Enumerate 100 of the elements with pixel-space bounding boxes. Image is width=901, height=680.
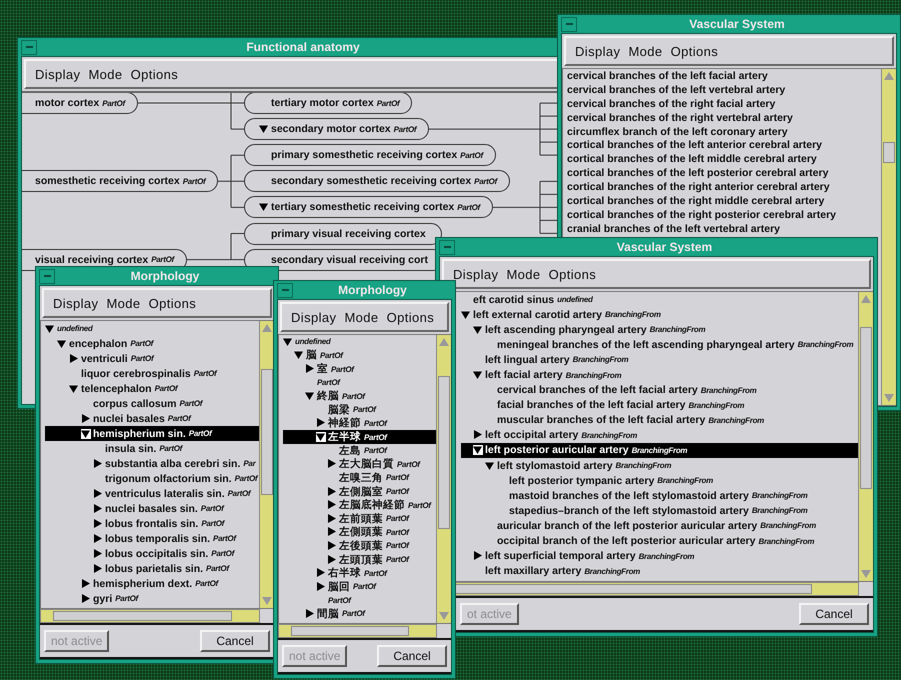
tree-item[interactable]: left occipital artery BranchingFrom [461,428,858,443]
tree-item[interactable]: mastoid branches of the left stylomastoid artery BranchingFrom [461,488,858,504]
collapse-triangle-icon[interactable] [294,350,304,360]
collapse-triangle-icon[interactable] [485,460,495,471]
menu-item[interactable]: Options [670,44,720,58]
diagram-node[interactable]: tertiary somesthetic receiving cortex PartOf [244,196,493,218]
tree-item[interactable]: nuclei basales PartOf [45,411,259,426]
tree-item[interactable]: 間脳 PartOf [283,607,436,621]
list-item[interactable]: cortical branches of the right anterior cerebral artery [567,180,881,194]
expand-triangle-icon[interactable] [305,364,315,374]
collapse-triangle-icon[interactable] [259,124,269,134]
list-item[interactable]: cervical branches of the right vertebral artery [567,110,881,125]
tree-item[interactable]: 左島 PartOf [283,444,436,458]
horizontal-scrollbar[interactable] [278,624,437,638]
menu-item[interactable]: Display [290,310,338,324]
vertical-scrollbar[interactable] [436,335,451,623]
expand-triangle-icon[interactable] [327,486,337,496]
vertical-scrollbar[interactable] [858,292,873,581]
tree-item[interactable]: 左半球 PartOf [283,430,436,444]
tree-item[interactable]: muscular branches of the left facial artery BranchingFrom [461,412,858,428]
tree-item[interactable]: hemispherium dext. PartOf [45,576,259,591]
tree-item[interactable]: 脳 PartOf [283,348,436,362]
push-button[interactable]: Cancel [200,630,270,652]
tree-item[interactable]: 左脳底神経節 PartOf [283,498,436,512]
tree-item[interactable]: liquor cerebrospinalis PartOf [45,366,259,381]
tree-item[interactable]: 左前頭葉 PartOf [283,512,436,526]
collapse-triangle-icon[interactable] [69,384,79,394]
expand-triangle-icon[interactable] [327,540,337,551]
window-menu-button[interactable] [277,282,293,298]
tree-item[interactable]: PartOf [283,376,436,390]
menu-item[interactable]: Display [52,296,100,310]
tree-item[interactable]: 右半球 PartOf [283,566,436,580]
push-button[interactable]: Cancel [799,603,869,625]
expand-triangle-icon[interactable] [316,568,326,578]
collapse-triangle-icon[interactable] [473,370,483,380]
tree-item[interactable]: PartOf [283,594,436,608]
list-item[interactable]: cortical branches of the left middle cerebral artery [567,152,881,166]
menu-item[interactable]: Options [130,66,180,82]
expand-triangle-icon[interactable] [305,608,315,619]
tree-item[interactable]: 左嗅三角 PartOf [283,471,436,485]
vertical-scrollbar[interactable] [881,69,896,405]
expand-triangle-icon[interactable] [81,414,91,424]
tree-item[interactable]: left ascending pharyngeal artery BranchingFrom [461,322,858,338]
tree-item[interactable]: 左側頭葉 PartOf [283,526,436,540]
expand-triangle-icon[interactable] [93,488,103,498]
collapse-triangle-icon[interactable] [283,336,293,347]
tree-item[interactable]: eft carotid sinus undefined [461,292,858,308]
expand-triangle-icon[interactable] [93,458,103,468]
expand-triangle-icon[interactable] [316,582,326,592]
expand-triangle-icon[interactable] [93,534,103,544]
tree-item[interactable]: lobus parietalis sin. PartOf [45,561,259,576]
tree-item[interactable]: hemispherium sin. PartOf [45,426,259,441]
diagram-node[interactable]: motor cortex PartOf [22,93,138,114]
expand-triangle-icon[interactable] [316,418,326,428]
expand-triangle-icon[interactable] [93,504,103,514]
tree-item[interactable]: stapedius–branch of the left stylomastoid artery BranchingFrom [461,503,858,518]
tree-item[interactable]: nuclei basales sin. PartOf [45,501,259,516]
push-button[interactable]: Cancel [377,645,447,667]
tree-item[interactable]: left maxillary artery BranchingFrom [461,564,858,579]
diagram-node[interactable]: primary visual receiving cortex [244,222,442,244]
menu-item[interactable]: Mode [627,44,664,58]
expand-triangle-icon[interactable] [69,354,79,364]
vertical-scrollbar[interactable] [259,321,274,608]
tree-item[interactable]: left posterior auricular artery BranchingFrom [461,442,858,458]
expand-triangle-icon[interactable] [93,548,103,558]
tree-item[interactable]: 左大脳白質 PartOf [283,457,436,472]
expand-triangle-icon[interactable] [93,564,103,574]
collapse-triangle-icon[interactable] [473,445,483,456]
list-item[interactable]: cranial branches of the left vertebral artery [567,222,881,236]
collapse-triangle-icon[interactable] [305,391,315,402]
tree-item[interactable]: undefined [283,335,436,349]
tree-item[interactable]: 室 PartOf [283,362,436,376]
menu-item[interactable]: Mode [87,66,124,82]
tree-item[interactable]: ventriculi PartOf [45,351,259,366]
expand-triangle-icon[interactable] [327,514,337,524]
tree-item[interactable]: meningeal branches of the left ascending pharyngeal artery BranchingFrom [461,337,858,352]
menu-item[interactable]: Options [386,310,436,324]
expand-triangle-icon[interactable] [327,459,337,470]
window-menu-button[interactable] [39,268,55,284]
collapse-triangle-icon[interactable] [45,324,55,334]
expand-triangle-icon[interactable] [327,527,337,538]
tree-item[interactable]: left facial artery BranchingFrom [461,367,858,383]
diagram-node[interactable]: secondary somesthetic receiving cortex PartOf [244,170,510,192]
tree-item[interactable]: 左頭頂葉 PartOf [283,552,436,566]
tree-item[interactable]: 左後頭葉 PartOf [283,539,436,553]
tree-item[interactable]: cervical branches of the left facial artery BranchingFrom [461,382,858,398]
collapse-triangle-icon[interactable] [461,310,471,320]
expand-triangle-icon[interactable] [473,430,483,440]
tree-item[interactable]: facial branches of the left facial artery BranchingFrom [461,398,858,413]
menu-item[interactable]: Options [148,296,198,310]
tree-item[interactable]: 脳回 PartOf [283,580,436,594]
tree-item[interactable]: encephalon PartOf [45,336,259,351]
list-item[interactable]: cortical branches of the left posterior cerebral artery [567,166,881,180]
tree-item[interactable]: 神経節 PartOf [283,416,436,430]
expand-triangle-icon[interactable] [327,500,337,510]
diagram-node[interactable]: primary somesthetic receiving cortex PartOf [244,144,496,166]
tree-item[interactable]: left lingual artery BranchingFrom [461,352,858,368]
collapse-triangle-icon[interactable] [57,338,67,348]
expand-triangle-icon[interactable] [81,594,91,604]
tree-item[interactable]: 脳梁 PartOf [283,403,436,417]
